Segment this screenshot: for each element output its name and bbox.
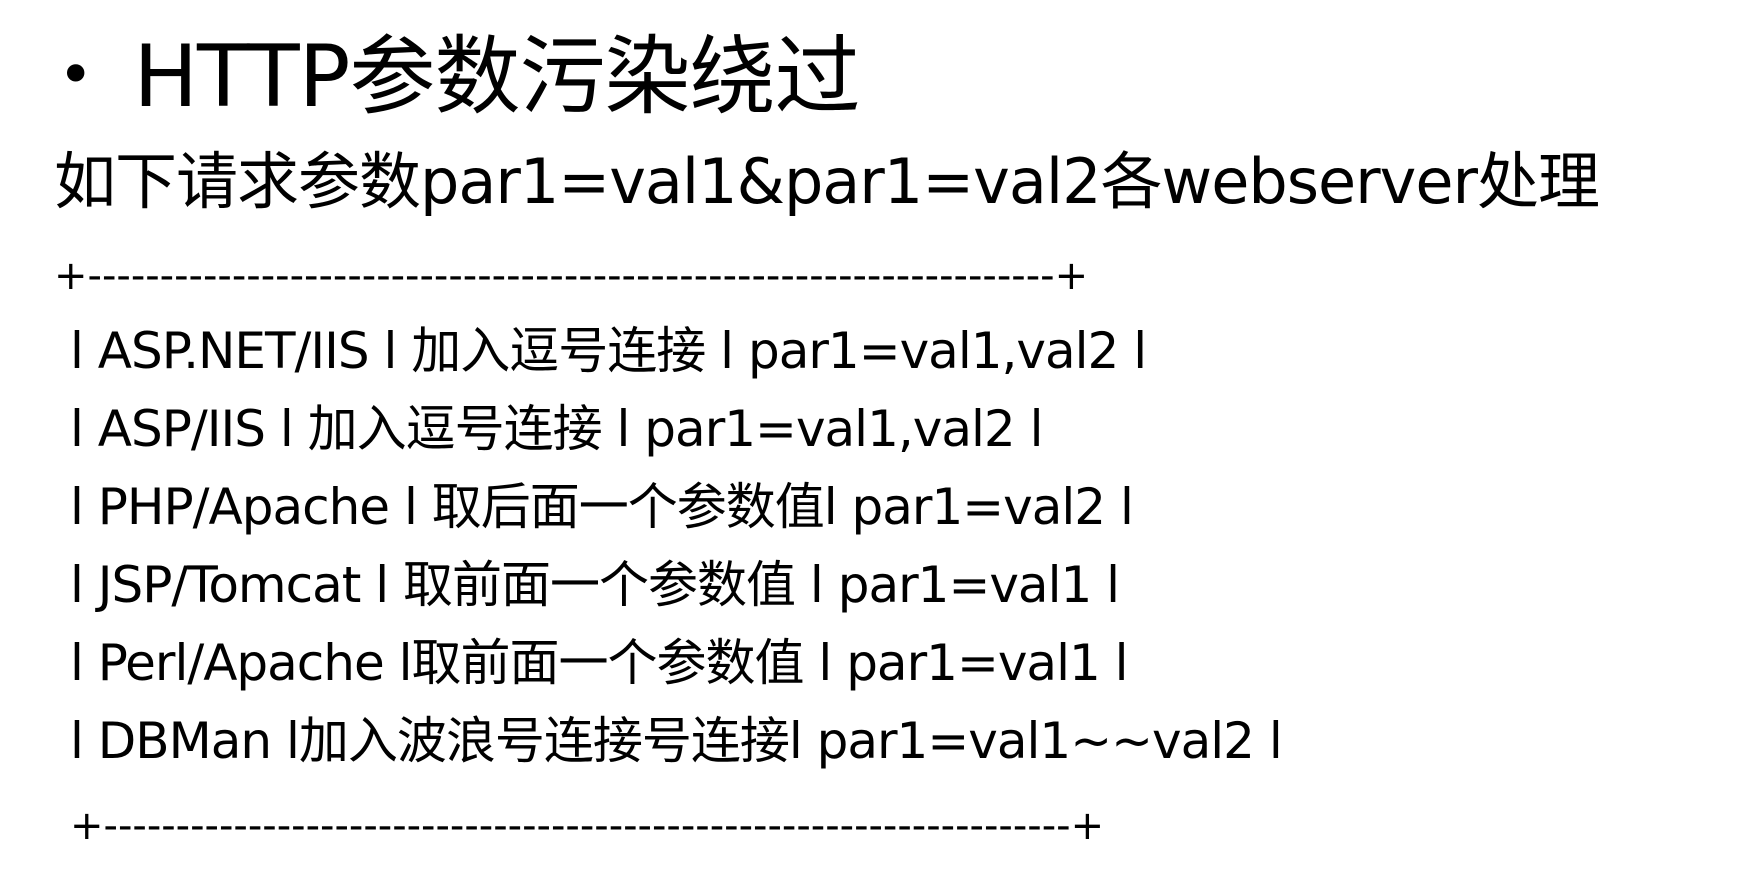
slide: • HTTP参数污染绕过 如下请求参数par1=val1&par1=val2各w… [0,0,1756,888]
slide-title: HTTP参数污染绕过 [133,27,860,127]
title-row: • HTTP参数污染绕过 [58,22,860,132]
table-row-php-apache: l PHP/Apache l 取后面一个参数值l par1=val2 l [70,478,1134,536]
bullet-icon: • [58,40,94,110]
table-row-asp-net-iis: l ASP.NET/IIS l 加入逗号连接 l par1=val1,val2 … [70,322,1147,380]
server-behavior-table: l ASP.NET/IIS l 加入逗号连接 l par1=val1,val2 … [70,312,1283,780]
table-row-dbman: l DBMan l加入波浪号连接号连接l par1=val1~~val2 l [70,712,1283,770]
slide-subtitle: 如下请求参数par1=val1&par1=val2各webserver处理 [54,145,1600,218]
table-row-asp-iis: l ASP/IIS l 加入逗号连接 l par1=val1,val2 l [70,400,1043,458]
table-row-jsp-tomcat: l JSP/Tomcat l 取前面一个参数值 l par1=val1 l [70,556,1120,614]
table-border-bottom: +---------------------------------------… [70,806,1105,846]
table-border-top: +---------------------------------------… [54,256,1089,296]
table-row-perl-apache: l Perl/Apache l取前面一个参数值 l par1=val1 l [70,634,1129,692]
